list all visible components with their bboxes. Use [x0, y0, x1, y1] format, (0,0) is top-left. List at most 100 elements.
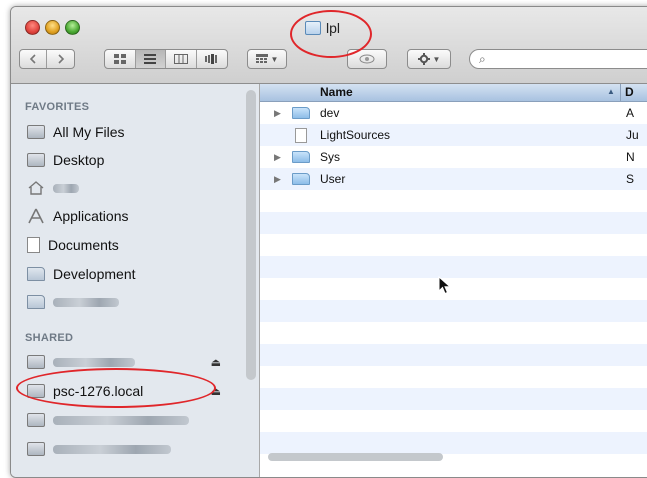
- eye-icon: [359, 54, 375, 64]
- search-icon: ⌕: [479, 52, 486, 66]
- file-date: S: [626, 172, 635, 186]
- cover-flow-button[interactable]: [197, 50, 227, 68]
- arrange-grid-icon: [255, 54, 268, 63]
- network-computer-icon: [27, 355, 45, 369]
- icon-view-button[interactable]: [105, 50, 136, 68]
- applications-icon: [28, 208, 44, 224]
- icon-view-icon: [113, 54, 126, 64]
- network-computer-icon: [27, 384, 45, 398]
- file-date: N: [626, 150, 635, 164]
- minimize-button[interactable]: [45, 20, 60, 35]
- row-bg: [260, 300, 647, 322]
- column-header: Name ▲ D: [260, 84, 647, 102]
- sidebar-item-documents[interactable]: Documents: [27, 233, 119, 257]
- folder-icon: [292, 151, 310, 163]
- obscured-label: [53, 357, 135, 367]
- back-forward-control: [19, 49, 75, 69]
- file-name: dev: [320, 106, 340, 120]
- column-header-date[interactable]: D: [625, 85, 634, 99]
- sidebar-item-development[interactable]: Development: [27, 262, 136, 286]
- documents-icon: [27, 237, 40, 253]
- folder-icon: [27, 295, 45, 309]
- close-button[interactable]: [25, 20, 40, 35]
- finder-window: lpl ▼ ▼ ⌕ FAVORITES All My Files Desktop…: [10, 6, 647, 478]
- forward-button[interactable]: [47, 50, 74, 68]
- file-name: LightSources: [320, 128, 391, 142]
- row-bg: [260, 344, 647, 366]
- folder-icon: [305, 21, 321, 35]
- disclosure-triangle-icon[interactable]: ▶: [274, 152, 282, 163]
- all-files-icon: [27, 125, 45, 139]
- mouse-cursor-icon: [438, 276, 452, 295]
- file-name: User: [320, 172, 346, 186]
- file-row-user[interactable]: ▶ User S: [260, 168, 647, 190]
- desktop-icon: [27, 153, 45, 167]
- list-view-button[interactable]: [135, 50, 166, 68]
- sidebar-item-shared-obscured[interactable]: [27, 408, 189, 432]
- column-view-icon: [173, 54, 188, 64]
- obscured-label: [53, 415, 189, 425]
- column-view-button[interactable]: [166, 50, 197, 68]
- view-mode-control: [104, 49, 228, 69]
- sidebar: FAVORITES All My Files Desktop Applicati…: [11, 84, 260, 477]
- column-divider[interactable]: [620, 84, 621, 101]
- row-bg: [260, 432, 647, 454]
- sidebar-item-label: Documents: [48, 237, 119, 253]
- column-header-name[interactable]: Name: [320, 85, 353, 99]
- sidebar-item-label: Applications: [53, 208, 129, 224]
- network-computer-icon: [27, 442, 45, 456]
- sidebar-item-shared-obscured[interactable]: [27, 437, 171, 461]
- file-row-sys[interactable]: ▶ Sys N: [260, 146, 647, 168]
- row-bg: [260, 388, 647, 410]
- folder-icon: [292, 173, 310, 185]
- sidebar-item-label: All My Files: [53, 124, 125, 140]
- window-title-label: lpl: [326, 20, 341, 36]
- disclosure-triangle-icon[interactable]: ▶: [274, 174, 282, 185]
- sidebar-item-label: Development: [53, 266, 136, 282]
- arrange-button[interactable]: ▼: [247, 49, 287, 69]
- sidebar-item-desktop[interactable]: Desktop: [27, 148, 104, 172]
- obscured-label: [53, 183, 79, 193]
- file-row-lightsources[interactable]: LightSources Ju: [260, 124, 647, 146]
- row-bg: [260, 410, 647, 432]
- row-bg: [260, 322, 647, 344]
- chevron-right-icon: [57, 54, 64, 64]
- row-bg: [260, 256, 647, 278]
- chevron-left-icon: [29, 54, 36, 64]
- shared-header: SHARED: [25, 332, 74, 344]
- sidebar-item-home[interactable]: [27, 176, 79, 200]
- row-bg: [260, 212, 647, 234]
- toolbar: lpl ▼ ▼ ⌕: [11, 7, 647, 84]
- file-row-dev[interactable]: ▶ dev A: [260, 102, 647, 124]
- file-name: Sys: [320, 150, 341, 164]
- disclosure-triangle-icon[interactable]: ▶: [274, 108, 282, 119]
- zoom-button[interactable]: [65, 20, 80, 35]
- file-date: Ju: [626, 128, 639, 142]
- eject-icon[interactable]: ⏏: [211, 385, 221, 398]
- window-title: lpl: [305, 19, 340, 37]
- sort-ascending-icon: ▲: [607, 87, 615, 96]
- row-bg: [260, 234, 647, 256]
- action-button[interactable]: ▼: [407, 49, 451, 69]
- sidebar-item-applications[interactable]: Applications: [27, 204, 129, 228]
- chevron-down-icon: ▼: [270, 54, 279, 64]
- obscured-label: [53, 444, 171, 454]
- back-button[interactable]: [20, 50, 48, 68]
- row-bg: [260, 366, 647, 388]
- sidebar-item-shared-obscured[interactable]: ⏏: [27, 350, 235, 374]
- sidebar-item-label: Desktop: [53, 152, 105, 168]
- home-icon: [28, 181, 44, 195]
- eject-icon[interactable]: ⏏: [211, 356, 221, 369]
- sidebar-item-obscured[interactable]: [27, 290, 119, 314]
- cover-flow-icon: [204, 54, 217, 64]
- sidebar-item-all-my-files[interactable]: All My Files: [27, 120, 125, 144]
- horizontal-scrollbar[interactable]: [268, 453, 443, 461]
- folder-icon: [27, 267, 45, 281]
- folder-icon: [292, 107, 310, 119]
- sidebar-item-psc-1276[interactable]: psc-1276.local ⏏: [27, 379, 235, 403]
- search-field[interactable]: ⌕: [469, 49, 647, 69]
- gear-icon: [417, 53, 430, 65]
- network-computer-icon: [27, 413, 45, 427]
- sidebar-scrollbar[interactable]: [246, 90, 256, 380]
- quicklook-button[interactable]: [347, 49, 387, 69]
